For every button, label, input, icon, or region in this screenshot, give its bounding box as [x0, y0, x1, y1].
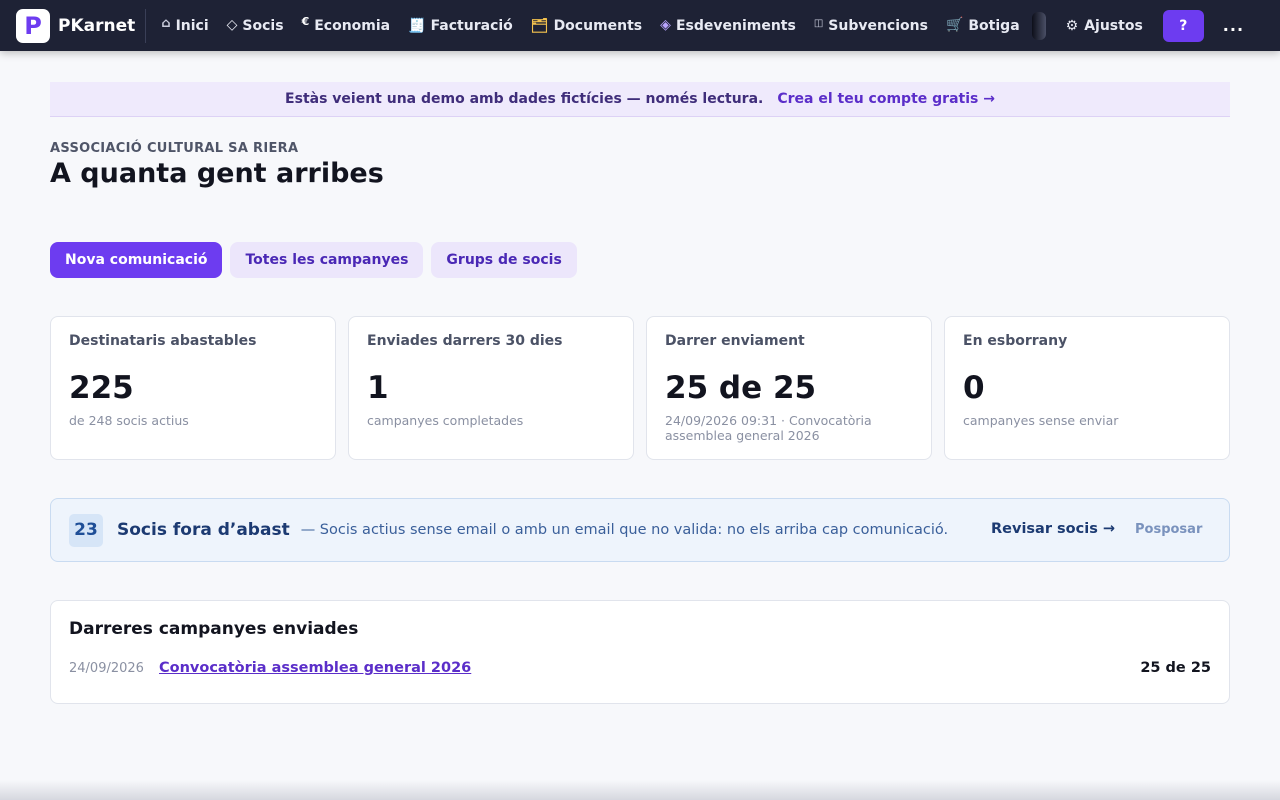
nav-item-label: Documents [553, 17, 643, 34]
settings-button[interactable]: ⚙ Ajustos [1066, 18, 1143, 34]
recent-campaigns-title: Darreres campanyes enviades [69, 619, 359, 639]
nav-item-inici[interactable]: ⌂ Inici [152, 0, 217, 51]
receipt-icon: 🧾 [408, 17, 426, 34]
nav-item-label: Economia [314, 17, 391, 34]
settings-label: Ajustos [1084, 17, 1143, 34]
euro-icon: € [301, 15, 310, 28]
tab-grups-de-socis[interactable]: Grups de socis [431, 242, 577, 278]
nav-item-label: Botiga [968, 17, 1020, 34]
stat-subtext: 24/09/2026 09:31 · Convocatòria assemble… [665, 413, 872, 443]
bottom-shadow [0, 780, 1280, 800]
alert-description: — Socis actius sense email o amb un emai… [300, 522, 949, 538]
stat-label: Enviades darrers 30 dies [367, 333, 563, 349]
home-icon: ⌂ [161, 16, 171, 31]
nav-item-esdeveniments[interactable]: ◈ Esdeveniments [651, 0, 805, 51]
brand[interactable]: P PKarnet [0, 0, 135, 51]
create-account-link[interactable]: Crea el teu compte gratis → [777, 91, 995, 107]
stat-card-drafts: En esborrany 0 campanyes sense enviar [944, 316, 1230, 460]
nav-item-socis[interactable]: ◇ Socis [218, 0, 293, 51]
event-diamond-icon: ◈ [660, 16, 671, 33]
gear-icon: ⚙ [1065, 17, 1079, 34]
tab-bar: Nova comunicació Totes les campanyes Gru… [50, 242, 585, 278]
stat-value: 225 [69, 370, 134, 406]
nav-item-label: Socis [242, 17, 284, 34]
nav-item-label: Subvencions [828, 17, 928, 34]
demo-banner-text: Estàs veient una demo amb dades fictície… [285, 91, 764, 107]
postpone-button[interactable]: Posposar [1135, 522, 1202, 537]
nav-item-label: Inici [175, 17, 209, 34]
recent-campaigns-card: Darreres campanyes enviades 24/09/2026 C… [50, 600, 1230, 704]
organization-name: ASSOCIACIÓ CULTURAL SA RIERA [50, 141, 299, 156]
page-title: A quanta gent arribes [50, 158, 384, 189]
nav-item-economia[interactable]: € Economia [293, 0, 400, 51]
cart-icon: 🛒 [945, 16, 964, 33]
nav-scroll-indicator[interactable] [1031, 11, 1046, 40]
nav-item-botiga[interactable]: 🛒 Botiga [937, 0, 1029, 51]
stat-subtext: de 248 socis actius [69, 413, 189, 428]
stat-label: En esborrany [963, 333, 1068, 349]
campaign-delivery-count: 25 de 25 [1140, 660, 1211, 676]
nav-item-facturacio[interactable]: 🧾 Facturació [399, 0, 522, 51]
stat-value: 25 de 25 [665, 370, 817, 406]
stat-card-sent-30-days: Enviades darrers 30 dies 1 campanyes com… [348, 316, 634, 460]
nav-item-documents[interactable]: 🗂 Documents [522, 0, 651, 51]
stat-subtext: campanyes completades [367, 413, 524, 428]
stat-card-reachable: Destinataris abastables 225 de 248 socis… [50, 316, 336, 460]
nav-divider [145, 8, 147, 43]
stat-card-last-send: Darrer enviament 25 de 25 24/09/2026 09:… [646, 316, 932, 460]
list-item: 24/09/2026 Convocatòria assemblea genera… [69, 660, 1211, 676]
stat-label: Destinataris abastables [69, 333, 257, 349]
diamond-icon: ◇ [226, 16, 238, 33]
campaign-date: 24/09/2026 [69, 660, 144, 676]
book-icon: ◫ [813, 18, 824, 29]
stat-value: 1 [367, 370, 389, 406]
brand-name[interactable]: PKarnet [58, 16, 135, 36]
tab-totes-les-campanyes[interactable]: Totes les campanyes [230, 242, 424, 278]
main-nav: ⌂ Inici ◇ Socis € Economia 🧾 Facturació … [152, 0, 1046, 51]
top-navbar: P PKarnet ⌂ Inici ◇ Socis € Economia 🧾 F… [0, 0, 1280, 51]
help-button[interactable]: ? [1162, 9, 1204, 42]
nav-item-subvencions[interactable]: ◫ Subvencions [805, 0, 937, 51]
unreachable-members-alert: 23 Socis fora d’abast — Socis actius sen… [50, 498, 1230, 562]
stats-row: Destinataris abastables 225 de 248 socis… [50, 316, 1230, 460]
alert-count-badge: 23 [69, 513, 103, 547]
logo-icon[interactable]: P [16, 8, 50, 43]
folder-icon: 🗂 [530, 17, 549, 34]
alert-title: Socis fora d’abast [117, 520, 290, 540]
stat-value: 0 [963, 370, 985, 406]
demo-banner: Estàs veient una demo amb dades fictície… [50, 82, 1230, 117]
nav-item-label: Esdeveniments [675, 17, 796, 34]
stat-label: Darrer enviament [665, 333, 805, 349]
more-menu-button[interactable]: ... [1223, 16, 1244, 35]
nav-item-label: Facturació [430, 17, 513, 34]
campaign-link[interactable]: Convocatòria assemblea general 2026 [159, 660, 471, 676]
tab-nova-comunicacio[interactable]: Nova comunicació [50, 242, 223, 278]
review-members-link[interactable]: Revisar socis → [991, 521, 1115, 537]
stat-subtext: campanyes sense enviar [963, 413, 1119, 428]
